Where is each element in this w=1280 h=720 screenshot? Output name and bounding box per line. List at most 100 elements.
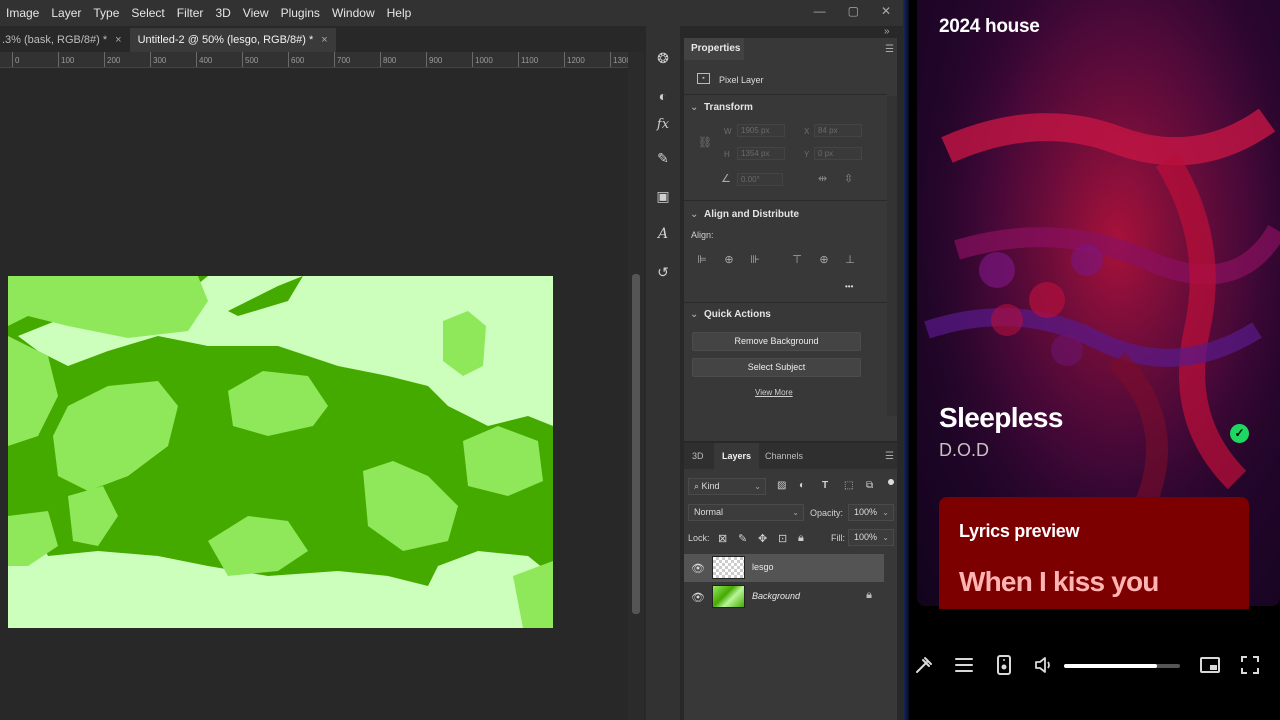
filter-type-icon[interactable]: T [822,480,828,491]
pixel-layer-icon: ▪ [697,73,710,84]
volume-icon[interactable] [1032,654,1056,678]
align-top-icon[interactable]: ⊤ [791,254,803,266]
quick-actions-heading[interactable]: ⌄ Quick Actions [690,309,771,320]
layer-name[interactable]: lesgo [752,562,774,572]
y-input[interactable]: 0 px [814,147,862,160]
tab-layers[interactable]: Layers [714,443,760,469]
history-icon[interactable]: ↺ [653,262,673,282]
ruler-tick-line [472,52,473,67]
vertical-scrollbar[interactable] [628,52,644,720]
close-icon[interactable]: ✕ [881,4,891,18]
panel-menu-icon[interactable]: ☰ [885,44,894,55]
lock-position-icon[interactable]: ✥ [758,532,767,545]
chevron-down-icon: ⌄ [792,508,799,517]
tab-channels[interactable]: Channels [765,443,803,469]
remove-background-button[interactable]: Remove Background [692,332,861,351]
menu-3d[interactable]: 3D [209,0,236,26]
properties-scrollbar[interactable] [887,96,897,416]
learn-icon[interactable]: ❂ [653,48,673,68]
flip-horizontal-icon[interactable]: ⇹ [818,172,827,185]
queue-icon[interactable] [952,654,976,678]
eye-icon[interactable]: 👁︎ [691,562,705,575]
fx-icon[interactable]: fx [653,114,673,134]
menu-window[interactable]: Window [326,0,381,26]
character-icon[interactable]: A [653,224,673,244]
menu-image[interactable]: Image [0,0,45,26]
maximize-icon[interactable]: ▢ [848,4,859,18]
align-center-h-icon[interactable]: ⊕ [723,254,735,266]
scroll-thumb[interactable] [632,274,640,614]
layer-row-lesgo[interactable]: 👁︎ lesgo [684,554,884,582]
brush-settings-icon[interactable]: ✎ [653,148,673,168]
height-input[interactable]: 1354 px [737,147,785,160]
x-input[interactable]: 84 px [814,124,862,137]
align-left-icon[interactable]: ⊫ [696,254,708,266]
search-icon: ⌕ [694,481,702,491]
artwork-canvas[interactable] [8,276,553,628]
lock-artboard-icon[interactable]: ⊡ [778,532,787,545]
layer-row-background[interactable]: 👁︎ Background 🔒︎ [684,583,884,611]
canvas-area[interactable] [0,69,628,720]
transform-heading[interactable]: ⌄ Transform [690,102,753,113]
menu-filter[interactable]: Filter [171,0,210,26]
layer-name[interactable]: Background [752,591,800,601]
volume-slider[interactable] [1064,664,1180,668]
connect-device-icon[interactable] [992,654,1016,678]
close-tab-icon[interactable]: × [321,28,327,52]
more-options-icon[interactable]: ••• [845,282,853,291]
lock-all-icon[interactable]: 🔒︎ [798,532,804,545]
filter-toggle-icon[interactable] [888,479,894,485]
filter-adjustment-icon[interactable]: ◐ [799,480,805,491]
collapse-right-icon[interactable]: » [884,26,890,37]
adjustments-icon[interactable]: ◐ [653,86,673,106]
align-center-v-icon[interactable]: ⊕ [818,254,830,266]
align-right-icon[interactable]: ⊪ [749,254,761,266]
link-icon[interactable]: ⛓ [698,136,712,149]
clone-source-icon[interactable]: ▣ [653,186,673,206]
miniplayer-icon[interactable] [1198,654,1222,678]
divider [684,200,887,201]
menu-plugins[interactable]: Plugins [275,0,326,26]
menu-help[interactable]: Help [381,0,418,26]
playlist-name[interactable]: 2024 house [939,16,1040,38]
lock-transparent-icon[interactable]: ⊠ [718,532,727,545]
lock-image-icon[interactable]: ✎ [738,532,747,545]
h-label: H [724,150,730,159]
song-title[interactable]: Sleepless [939,402,1063,434]
align-bottom-icon[interactable]: ⊥ [844,254,856,266]
filter-shape-icon[interactable]: ⬚ [844,480,853,491]
width-input[interactable]: 1905 px [737,124,785,137]
fill-input[interactable]: 100% ⌄ [848,529,894,546]
panel-menu-icon[interactable]: ☰ [885,451,894,462]
tab-3d[interactable]: 3D [692,443,704,469]
opacity-input[interactable]: 100% ⌄ [848,504,894,521]
close-tab-icon[interactable]: × [115,28,121,52]
filter-kind-select[interactable]: ⌕ Kind ⌄ [688,478,766,495]
menu-type[interactable]: Type [87,0,125,26]
align-heading[interactable]: ⌄ Align and Distribute [690,209,799,220]
artist-name[interactable]: D.O.D [939,440,989,461]
music-player: 2024 house Sleepless D.O.D ✓ Lyrics prev… [903,0,1280,720]
minimize-icon[interactable]: — [814,4,826,18]
eye-icon[interactable]: 👁︎ [691,591,705,604]
angle-input[interactable]: 0.00° [737,173,783,186]
menu-view[interactable]: View [237,0,275,26]
view-more-link[interactable]: View More [755,388,793,397]
tab-bask[interactable]: .3% (bask, RGB/8#) * × [0,28,130,52]
flip-vertical-icon[interactable]: ⇳ [844,172,853,185]
properties-title[interactable]: Properties [684,38,744,60]
tab-untitled-2[interactable]: Untitled-2 @ 50% (lesgo, RGB/8#) * × [129,28,336,52]
lyrics-preview-card[interactable]: Lyrics preview When I kiss you [939,497,1249,609]
filter-pixel-icon[interactable]: ▨ [777,480,786,491]
filter-smart-object-icon[interactable]: ⧉ [866,480,873,491]
select-subject-button[interactable]: Select Subject [692,358,861,377]
liked-check-icon[interactable]: ✓ [1230,424,1249,443]
fullscreen-icon[interactable] [1238,654,1262,678]
mid-shape [463,426,543,496]
menu-layer[interactable]: Layer [45,0,87,26]
menu-select[interactable]: Select [125,0,170,26]
microphone-icon[interactable] [912,654,936,678]
blend-mode-select[interactable]: Normal ⌄ [688,504,804,521]
ruler-tick-line [518,52,519,67]
layer-thumbnail [712,585,745,608]
